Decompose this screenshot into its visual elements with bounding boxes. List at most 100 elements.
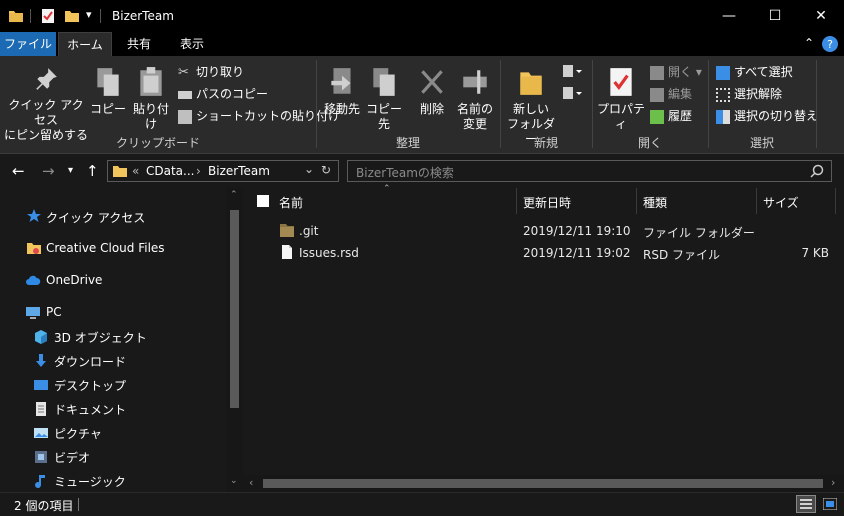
- help-icon[interactable]: ?: [822, 36, 838, 52]
- nav-creative-cloud[interactable]: Creative Cloud Files: [46, 241, 165, 255]
- file-name: .git: [299, 224, 319, 238]
- search-icon[interactable]: [810, 164, 824, 178]
- edit-icon: [650, 87, 664, 102]
- nav-pane-scrollbar[interactable]: ⌃ ⌄: [226, 188, 243, 492]
- computer-icon: [26, 307, 40, 319]
- paste-button[interactable]: 貼り付け: [128, 66, 174, 132]
- search-input[interactable]: BizerTeamの検索: [356, 164, 454, 181]
- invert-selection-button[interactable]: 選択の切り替え: [716, 106, 818, 126]
- navigation-pane: クイック アクセス Creative Cloud Files OneDrive …: [0, 188, 243, 492]
- item-count: 2 個の項目: [14, 499, 74, 513]
- up-arrow-icon[interactable]: ↑: [86, 162, 99, 180]
- table-row[interactable]: .git 2019/12/11 19:10 ファイル フォルダー: [243, 220, 839, 242]
- cloud-icon: [26, 275, 41, 285]
- cut-button[interactable]: ✂ 切り取り: [178, 62, 244, 82]
- close-button[interactable]: ✕: [798, 0, 844, 32]
- nav-videos[interactable]: ビデオ: [54, 449, 90, 466]
- select-all-label: すべて選択: [734, 65, 793, 79]
- select-all-checkbox[interactable]: [257, 195, 269, 207]
- status-bar: 2 個の項目: [0, 492, 844, 516]
- edit-button[interactable]: 編集: [650, 84, 692, 104]
- tab-share[interactable]: 共有: [114, 32, 164, 56]
- new-folder-icon[interactable]: [64, 8, 80, 24]
- address-bar[interactable]: « CData... › BizerTeam ⌄ ↻: [107, 160, 339, 182]
- large-icons-view-button[interactable]: [820, 495, 840, 513]
- copy-to-button[interactable]: コピー先: [362, 66, 406, 132]
- scroll-left-icon[interactable]: ‹: [249, 476, 253, 489]
- minimize-button[interactable]: —: [706, 0, 752, 32]
- maximize-button[interactable]: ☐: [752, 0, 798, 32]
- properties-button[interactable]: プロパティ: [596, 66, 646, 132]
- shortcut-icon: [178, 109, 192, 124]
- file-type: ファイル フォルダー: [643, 226, 755, 240]
- breadcrumb-bizerteam[interactable]: BizerTeam: [208, 164, 270, 178]
- column-header-type[interactable]: 種類: [643, 194, 667, 211]
- back-arrow-icon[interactable]: ←: [12, 162, 25, 180]
- rename-icon: [463, 70, 487, 94]
- file-icon: [282, 245, 292, 259]
- nav-documents[interactable]: ドキュメント: [54, 401, 126, 418]
- column-header-modified[interactable]: 更新日時: [523, 194, 571, 211]
- scroll-up-icon[interactable]: ⌃: [230, 190, 238, 200]
- pin-quick-access-button[interactable]: クイック アクセス にピン留めする: [4, 66, 88, 143]
- clipboard-icon: [140, 67, 162, 96]
- file-size: 7 KB: [801, 246, 829, 260]
- scroll-right-icon[interactable]: ›: [831, 476, 835, 489]
- breadcrumb-separator[interactable]: ›: [196, 164, 201, 178]
- rename-button[interactable]: 名前の 変更: [452, 66, 498, 132]
- column-header-name[interactable]: 名前: [279, 194, 303, 211]
- collapse-ribbon-icon[interactable]: ⌃: [804, 36, 814, 50]
- move-to-button[interactable]: 移動先: [320, 66, 364, 117]
- tab-file[interactable]: ファイル: [0, 32, 56, 56]
- table-row[interactable]: Issues.rsd 2019/12/11 19:02 RSD ファイル 7 K…: [243, 242, 839, 264]
- nav-pc[interactable]: PC: [46, 305, 62, 319]
- file-list-scrollbar[interactable]: ‹ ›: [243, 475, 844, 492]
- history-button[interactable]: 履歴: [650, 106, 692, 126]
- copy-to-label: コピー先: [365, 102, 402, 131]
- desktop-icon: [34, 380, 48, 390]
- nav-quick-access[interactable]: クイック アクセス: [46, 209, 145, 226]
- tab-view[interactable]: 表示: [166, 32, 218, 56]
- nav-3d-objects[interactable]: 3D オブジェクト: [54, 329, 147, 346]
- folder-icon: [280, 224, 294, 237]
- copy-button[interactable]: コピー: [90, 66, 126, 117]
- select-none-label: 選択解除: [734, 87, 783, 101]
- forward-arrow-icon[interactable]: →: [42, 162, 55, 180]
- nav-pictures[interactable]: ピクチャ: [54, 425, 102, 442]
- details-view-icon: [800, 499, 812, 509]
- nav-desktop[interactable]: デスクトップ: [54, 377, 126, 394]
- breadcrumb-overflow[interactable]: «: [132, 164, 139, 178]
- address-dropdown-icon[interactable]: ⌄: [304, 162, 314, 176]
- easy-access-icon[interactable]: [562, 86, 582, 102]
- properties-icon[interactable]: [40, 8, 56, 24]
- new-item-icon[interactable]: [562, 64, 582, 80]
- search-box[interactable]: BizerTeamの検索: [347, 160, 832, 182]
- divider: [516, 188, 517, 214]
- delete-button[interactable]: 削除: [414, 66, 450, 117]
- recent-locations-icon[interactable]: ▾: [68, 165, 73, 176]
- scissors-icon: ✂: [178, 64, 189, 80]
- folder-icon: [113, 166, 127, 177]
- refresh-icon[interactable]: ↻: [321, 163, 331, 177]
- quick-access-customize-icon[interactable]: ▾: [86, 8, 92, 21]
- folder-icon: [9, 11, 23, 22]
- scrollbar-thumb[interactable]: [263, 479, 823, 488]
- scrollbar-thumb[interactable]: [230, 210, 239, 408]
- nav-onedrive[interactable]: OneDrive: [46, 273, 102, 287]
- breadcrumb-cdata[interactable]: CData...: [146, 164, 194, 178]
- nav-downloads[interactable]: ダウンロード: [54, 353, 126, 370]
- select-none-button[interactable]: 選択解除: [716, 84, 782, 104]
- cube-icon: [35, 330, 47, 344]
- properties-label: プロパティ: [596, 102, 645, 131]
- tab-home[interactable]: ホーム: [58, 32, 112, 56]
- history-label: 履歴: [668, 109, 693, 123]
- details-view-button[interactable]: [796, 495, 816, 513]
- copy-path-button[interactable]: パスのコピー: [178, 84, 268, 104]
- nav-music[interactable]: ミュージック: [54, 473, 126, 490]
- column-header-size[interactable]: サイズ: [763, 194, 799, 211]
- scroll-down-icon[interactable]: ⌄: [230, 476, 238, 486]
- invert-selection-icon: [716, 109, 730, 124]
- open-button[interactable]: 開く ▾: [650, 62, 702, 82]
- select-all-button[interactable]: すべて選択: [716, 62, 793, 82]
- file-list: ⌃ 名前 更新日時 種類 サイズ .git 2019/12/11 19:10 フ…: [243, 184, 844, 492]
